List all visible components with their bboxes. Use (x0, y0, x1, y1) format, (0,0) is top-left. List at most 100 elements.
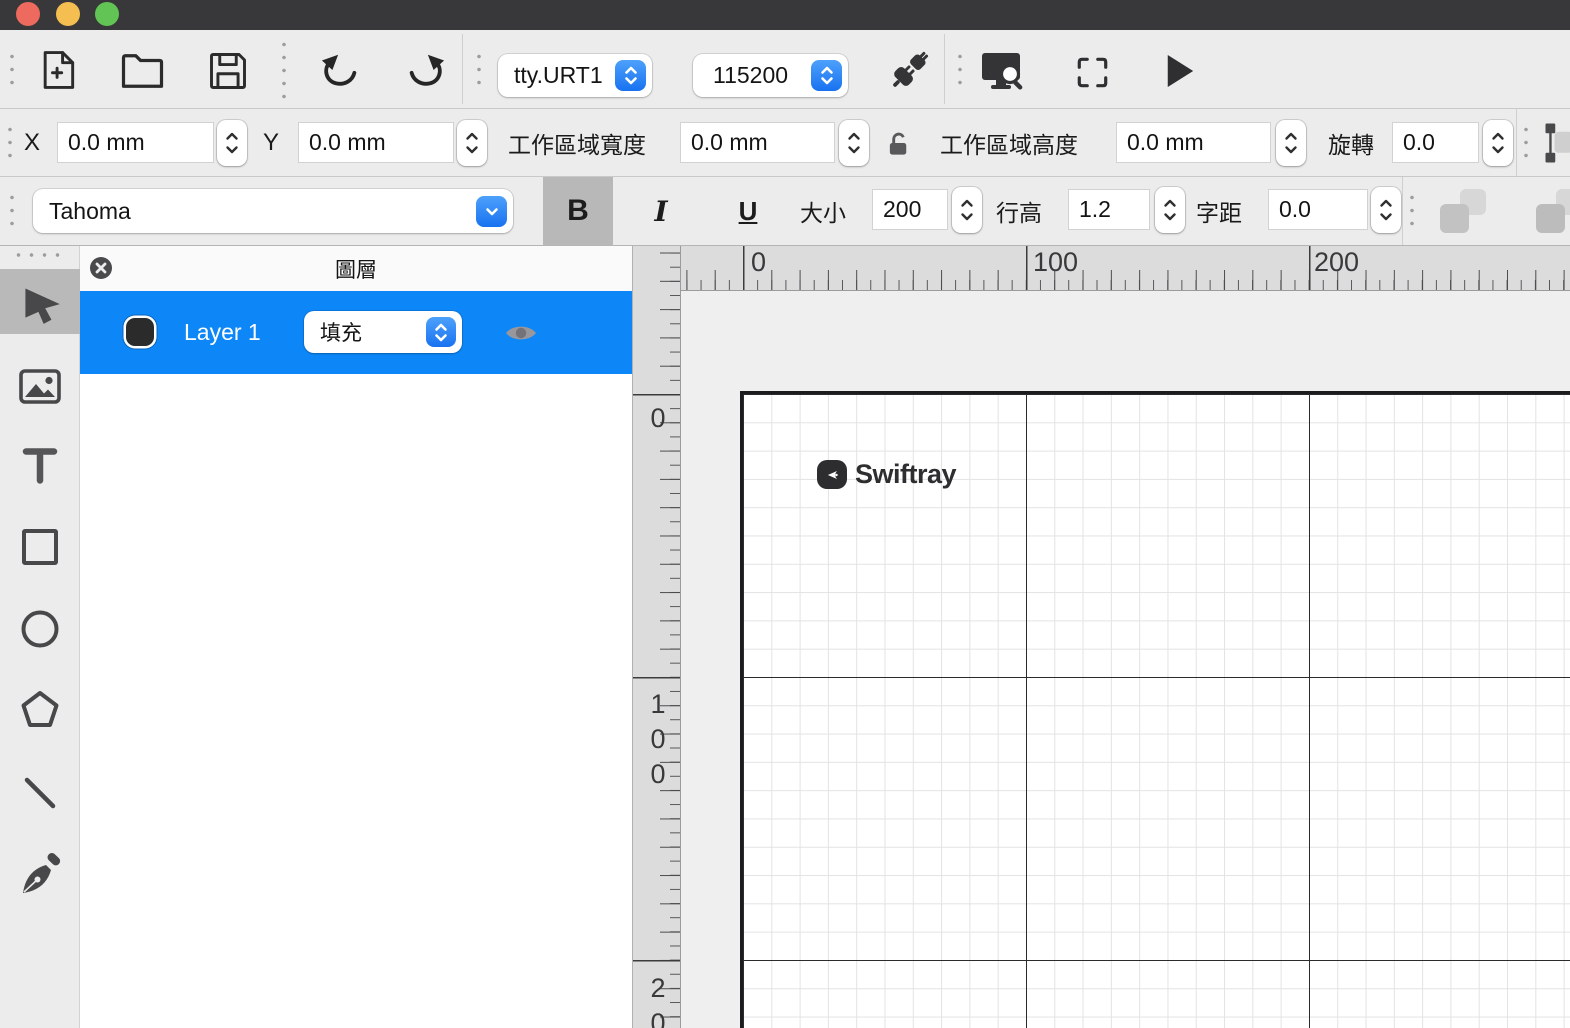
bold-button[interactable]: B (543, 177, 613, 245)
drag-handle[interactable] (8, 123, 12, 163)
open-lock-icon (886, 131, 913, 158)
connect-icon (887, 47, 933, 93)
image-tool[interactable] (0, 354, 80, 419)
x-input[interactable] (57, 122, 214, 163)
letter-spacing-stepper[interactable] (1371, 187, 1401, 233)
layer-row[interactable]: Layer 1 填充 (80, 291, 632, 374)
italic-button[interactable]: I (636, 177, 686, 245)
tool-sidebar (0, 246, 80, 1028)
font-family-select[interactable]: Tahoma (33, 189, 513, 233)
lock-ratio-button[interactable] (884, 129, 914, 159)
layer-visibility-toggle[interactable] (504, 322, 538, 344)
distribute-icon (1544, 115, 1570, 171)
layers-panel-title: 圖層 (80, 254, 632, 284)
text-icon (16, 441, 64, 489)
drag-handle[interactable] (477, 50, 481, 92)
connect-button[interactable] (886, 46, 934, 94)
fullscreen-window-button[interactable] (95, 2, 119, 26)
h-ruler-label-100: 100 (1033, 247, 1078, 278)
drag-handle[interactable] (1524, 123, 1528, 163)
workarea-height-stepper[interactable] (1276, 120, 1306, 166)
boolean-subtract-button[interactable] (1536, 189, 1570, 233)
select-chevrons-icon (811, 60, 842, 91)
section-separator[interactable] (282, 38, 286, 102)
distribute-button[interactable] (1544, 115, 1570, 171)
polygon-tool[interactable] (0, 677, 80, 742)
drag-handle[interactable] (12, 253, 68, 257)
pentagon-icon (16, 686, 64, 734)
y-stepper[interactable] (457, 120, 487, 166)
baud-rate-value: 115200 (693, 62, 811, 89)
divider (462, 34, 463, 104)
divider (1402, 177, 1403, 245)
canvas-area[interactable]: Swiftray 0 100 200 0 100 200 (632, 246, 1570, 1028)
underline-button[interactable]: U (722, 177, 774, 245)
open-file-icon (119, 52, 166, 90)
open-file-button[interactable] (118, 50, 166, 92)
rotate-label: 旋轉 (1328, 109, 1374, 176)
workarea-width-label: 工作區域寬度 (508, 109, 646, 176)
v-ruler-label-200: 200 (642, 973, 673, 1028)
vertical-ruler: 0 100 200 (633, 246, 681, 1028)
baud-rate-select[interactable]: 115200 (693, 54, 848, 97)
camera-preview-button[interactable] (978, 50, 1030, 92)
drag-handle[interactable] (958, 50, 962, 92)
titlebar (0, 0, 1570, 30)
line-tool[interactable] (0, 760, 80, 825)
swiftray-logo-text: Swiftray (855, 459, 956, 490)
play-icon (1164, 52, 1196, 90)
drag-handle[interactable] (1410, 191, 1414, 231)
layer-mode-select[interactable]: 填充 (304, 311, 462, 353)
x-label: X (24, 109, 40, 176)
y-input[interactable] (298, 122, 454, 163)
start-job-button[interactable] (1160, 50, 1200, 92)
line-height-input[interactable] (1068, 189, 1150, 230)
undo-button[interactable] (318, 48, 364, 92)
select-chevrons-icon (615, 60, 646, 91)
serial-port-value: tty.URT1 (498, 62, 615, 89)
frame-button[interactable] (1072, 52, 1112, 92)
rectangle-icon (16, 523, 64, 571)
work-area[interactable]: Swiftray (740, 391, 1570, 1028)
layers-panel-header: 圖層 (80, 246, 632, 291)
close-window-button[interactable] (16, 2, 40, 26)
font-size-stepper[interactable] (952, 187, 982, 233)
rotate-input[interactable] (1392, 122, 1479, 163)
drag-handle[interactable] (10, 191, 14, 231)
v-ruler-label-0: 0 (642, 403, 673, 438)
font-size-input[interactable] (872, 189, 948, 230)
layer-color-swatch[interactable] (126, 318, 154, 346)
horizontal-ruler: 0 100 200 (633, 246, 1570, 291)
close-panel-button[interactable] (89, 256, 113, 280)
canvas-object-logo[interactable]: Swiftray (817, 459, 956, 490)
v-ruler-label-100: 100 (642, 689, 673, 794)
workarea-width-stepper[interactable] (839, 120, 869, 166)
ellipse-tool[interactable] (0, 596, 80, 661)
redo-button[interactable] (402, 48, 448, 92)
letter-spacing-input[interactable] (1268, 189, 1368, 230)
workarea-height-input[interactable] (1116, 122, 1271, 163)
pen-tool[interactable] (0, 843, 80, 908)
ellipse-icon (16, 605, 64, 653)
cursor-icon (15, 277, 65, 327)
line-height-stepper[interactable] (1155, 187, 1185, 233)
font-family-value: Tahoma (33, 198, 476, 225)
drag-handle[interactable] (10, 50, 14, 92)
rectangle-tool[interactable] (0, 514, 80, 579)
new-file-icon (36, 47, 80, 93)
camera-preview-icon (980, 50, 1028, 92)
serial-port-select[interactable]: tty.URT1 (498, 54, 652, 97)
rotate-stepper[interactable] (1483, 120, 1513, 166)
pen-nib-icon (16, 852, 64, 900)
new-file-button[interactable] (34, 46, 82, 94)
text-tool[interactable] (0, 432, 80, 497)
layers-panel: 圖層 Layer 1 填充 (80, 246, 632, 1028)
line-icon (16, 769, 64, 817)
x-stepper[interactable] (217, 120, 247, 166)
workarea-width-input[interactable] (680, 122, 835, 163)
minimize-window-button[interactable] (56, 2, 80, 26)
select-tool[interactable] (0, 269, 80, 334)
font-size-label: 大小 (800, 177, 846, 245)
boolean-union-button[interactable] (1440, 189, 1486, 233)
save-file-button[interactable] (204, 48, 252, 94)
